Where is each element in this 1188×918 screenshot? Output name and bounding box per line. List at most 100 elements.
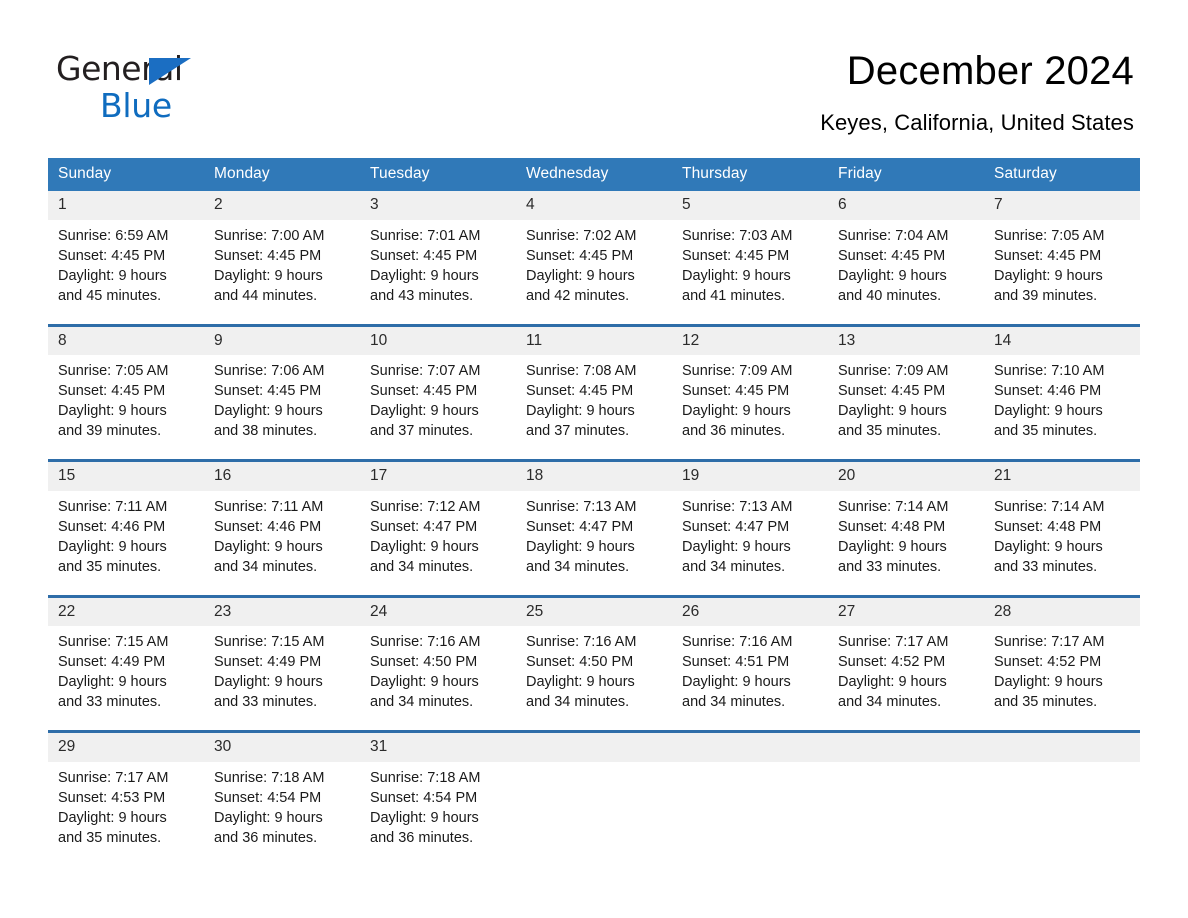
day-number: 6 (828, 191, 984, 220)
sunrise-text: Sunrise: 7:18 AM (370, 769, 481, 786)
sunrise-text: Sunrise: 7:15 AM (214, 634, 325, 651)
daylight-text-line1: Daylight: 9 hours (994, 674, 1103, 691)
daylight-text-line1: Daylight: 9 hours (58, 538, 167, 555)
sunset-text: Sunset: 4:45 PM (58, 247, 166, 264)
sunrise-text: Sunrise: 7:13 AM (682, 498, 793, 515)
daylight-text-line1: Daylight: 9 hours (370, 403, 479, 420)
day-cell-empty (828, 761, 984, 866)
day-number: 29 (48, 730, 204, 762)
day-number: 20 (828, 459, 984, 491)
daylight-text-line2: and 35 minutes. (58, 829, 162, 846)
sunrise-text: Sunrise: 7:16 AM (370, 634, 481, 651)
daylight-text-line1: Daylight: 9 hours (214, 809, 323, 826)
daylight-text-line2: and 35 minutes. (838, 423, 942, 440)
day-number: 17 (360, 459, 516, 491)
week-2-daynumbers: 8 9 10 11 12 13 14 (48, 323, 1140, 356)
day-number: 9 (204, 323, 360, 356)
day-cell: Sunrise: 7:00 AM Sunset: 4:45 PM Dayligh… (204, 219, 360, 326)
daylight-text-line2: and 33 minutes. (214, 694, 318, 711)
sunrise-text: Sunrise: 7:16 AM (682, 634, 793, 651)
daylight-text-line1: Daylight: 9 hours (838, 267, 947, 284)
day-number: 4 (516, 191, 672, 220)
sunrise-text: Sunrise: 7:11 AM (58, 498, 168, 515)
day-number: 24 (360, 594, 516, 627)
day-cell: Sunrise: 7:17 AM Sunset: 4:53 PM Dayligh… (48, 761, 204, 866)
sunrise-text: Sunrise: 7:13 AM (526, 498, 637, 515)
day-number: 31 (360, 730, 516, 762)
sunrise-text: Sunrise: 7:03 AM (682, 227, 793, 244)
weekday-header-friday: Friday (828, 158, 984, 191)
day-number: 13 (828, 323, 984, 356)
sunrise-text: Sunrise: 7:11 AM (214, 498, 324, 515)
sunset-text: Sunset: 4:45 PM (682, 247, 790, 264)
weekday-header-sunday: Sunday (48, 158, 204, 191)
day-cell-empty (672, 761, 828, 866)
day-number: 30 (204, 730, 360, 762)
day-number: 5 (672, 191, 828, 220)
daylight-text-line1: Daylight: 9 hours (994, 403, 1103, 420)
day-number: 3 (360, 191, 516, 220)
day-cell-empty (516, 761, 672, 866)
sunrise-text: Sunrise: 7:05 AM (58, 363, 169, 380)
sunrise-text: Sunrise: 7:05 AM (994, 227, 1105, 244)
sunrise-text: Sunrise: 7:04 AM (838, 227, 949, 244)
daylight-text-line1: Daylight: 9 hours (58, 674, 167, 691)
weekday-header-saturday: Saturday (984, 158, 1140, 191)
daylight-text-line2: and 34 minutes. (526, 558, 630, 575)
daylight-text-line2: and 34 minutes. (526, 694, 630, 711)
day-cell: Sunrise: 7:03 AM Sunset: 4:45 PM Dayligh… (672, 219, 828, 326)
sunset-text: Sunset: 4:46 PM (58, 518, 166, 535)
week-1-daynumbers: 1 2 3 4 5 6 7 (48, 191, 1140, 220)
day-number: 11 (516, 323, 672, 356)
sunset-text: Sunset: 4:50 PM (370, 654, 478, 671)
weekday-header-monday: Monday (204, 158, 360, 191)
calendar-container: Sunday Monday Tuesday Wednesday Thursday… (48, 158, 1140, 866)
daylight-text-line1: Daylight: 9 hours (838, 403, 947, 420)
day-cell: Sunrise: 7:02 AM Sunset: 4:45 PM Dayligh… (516, 219, 672, 326)
weekday-header-tuesday: Tuesday (360, 158, 516, 191)
sunrise-text: Sunrise: 7:17 AM (838, 634, 949, 651)
day-cell: Sunrise: 7:13 AM Sunset: 4:47 PM Dayligh… (516, 490, 672, 597)
daylight-text-line1: Daylight: 9 hours (214, 403, 323, 420)
sunrise-text: Sunrise: 7:08 AM (526, 363, 637, 380)
sunrise-text: Sunrise: 7:00 AM (214, 227, 325, 244)
sunrise-text: Sunrise: 7:01 AM (370, 227, 481, 244)
daylight-text-line2: and 34 minutes. (370, 558, 474, 575)
logo-triangle-icon (149, 58, 191, 85)
daylight-text-line1: Daylight: 9 hours (682, 267, 791, 284)
daylight-text-line2: and 37 minutes. (526, 423, 630, 440)
daylight-text-line2: and 33 minutes. (838, 558, 942, 575)
sunset-text: Sunset: 4:45 PM (370, 247, 478, 264)
daylight-text-line2: and 45 minutes. (58, 287, 162, 304)
weekday-header-thursday: Thursday (672, 158, 828, 191)
day-cell: Sunrise: 7:11 AM Sunset: 4:46 PM Dayligh… (204, 490, 360, 597)
day-cell: Sunrise: 7:17 AM Sunset: 4:52 PM Dayligh… (828, 626, 984, 732)
sunset-text: Sunset: 4:54 PM (214, 789, 322, 806)
day-number: 23 (204, 594, 360, 627)
day-cell: Sunrise: 7:18 AM Sunset: 4:54 PM Dayligh… (204, 761, 360, 866)
day-cell: Sunrise: 7:17 AM Sunset: 4:52 PM Dayligh… (984, 626, 1140, 732)
calendar-body: 1 2 3 4 5 6 7 Sunrise: 6:59 AM Sunset: 4… (48, 191, 1140, 866)
day-cell: Sunrise: 7:09 AM Sunset: 4:45 PM Dayligh… (672, 355, 828, 461)
daylight-text-line2: and 34 minutes. (682, 694, 786, 711)
daylight-text-line2: and 33 minutes. (58, 694, 162, 711)
daylight-text-line1: Daylight: 9 hours (682, 403, 791, 420)
day-cell: Sunrise: 7:15 AM Sunset: 4:49 PM Dayligh… (48, 626, 204, 732)
daylight-text-line2: and 35 minutes. (994, 423, 1098, 440)
day-number: 19 (672, 459, 828, 491)
daylight-text-line2: and 43 minutes. (370, 287, 474, 304)
day-number: 15 (48, 459, 204, 491)
day-number: 2 (204, 191, 360, 220)
sunrise-text: Sunrise: 7:12 AM (370, 498, 481, 515)
calendar-page: General Blue December 2024 Keyes, Califo… (0, 0, 1188, 918)
daylight-text-line1: Daylight: 9 hours (58, 267, 167, 284)
sunrise-text: Sunrise: 7:10 AM (994, 363, 1105, 380)
daylight-text-line1: Daylight: 9 hours (214, 674, 323, 691)
daylight-text-line1: Daylight: 9 hours (838, 674, 947, 691)
day-number: 7 (984, 191, 1140, 220)
sunset-text: Sunset: 4:53 PM (58, 789, 166, 806)
daylight-text-line1: Daylight: 9 hours (214, 538, 323, 555)
daylight-text-line1: Daylight: 9 hours (370, 674, 479, 691)
day-number: 16 (204, 459, 360, 491)
daylight-text-line2: and 35 minutes. (994, 694, 1098, 711)
